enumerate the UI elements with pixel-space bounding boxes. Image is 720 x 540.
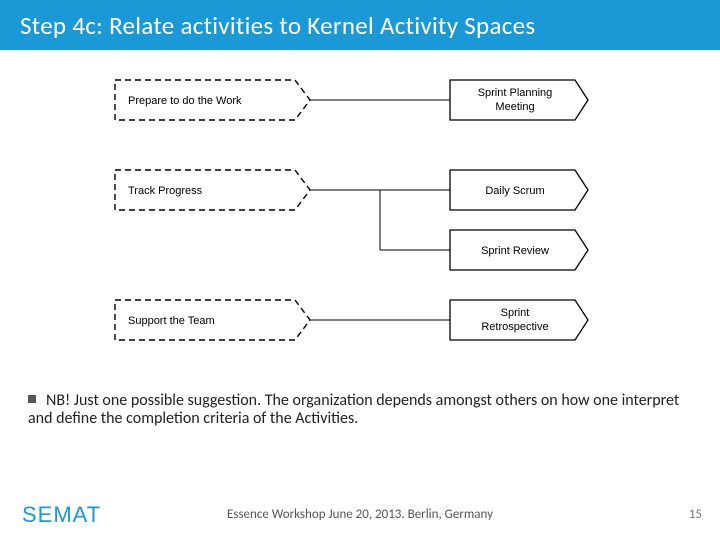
title-bar: Step 4c: Relate activities to Kernel Act… [0, 0, 720, 50]
page-title: Step 4c: Relate activities to Kernel Act… [20, 10, 535, 41]
activity-space-label: Support the Team [128, 315, 215, 327]
activity-label: Sprint [501, 307, 530, 319]
activity-space-label: Track Progress [128, 185, 203, 197]
page-number: 15 [689, 507, 702, 522]
note-text: NB! Just one possible suggestion. The or… [28, 391, 679, 428]
activity-label: Meeting [495, 101, 534, 113]
activity-box [450, 300, 588, 340]
note-paragraph: NB! Just one possible suggestion. The or… [28, 392, 692, 429]
activity-label: Retrospective [481, 321, 548, 333]
bullet-square-icon [28, 395, 36, 403]
activity-label: Sprint Planning [478, 87, 553, 99]
kernel-activity-diagram: Prepare to do the Work Track Progress Su… [110, 70, 610, 370]
activity-label: Daily Scrum [485, 185, 544, 197]
activity-space-label: Prepare to do the Work [128, 95, 242, 107]
activity-label: Sprint Review [481, 245, 549, 257]
footer-text: Essence Workshop June 20, 2013. Berlin, … [0, 507, 720, 522]
activity-box [450, 80, 588, 120]
